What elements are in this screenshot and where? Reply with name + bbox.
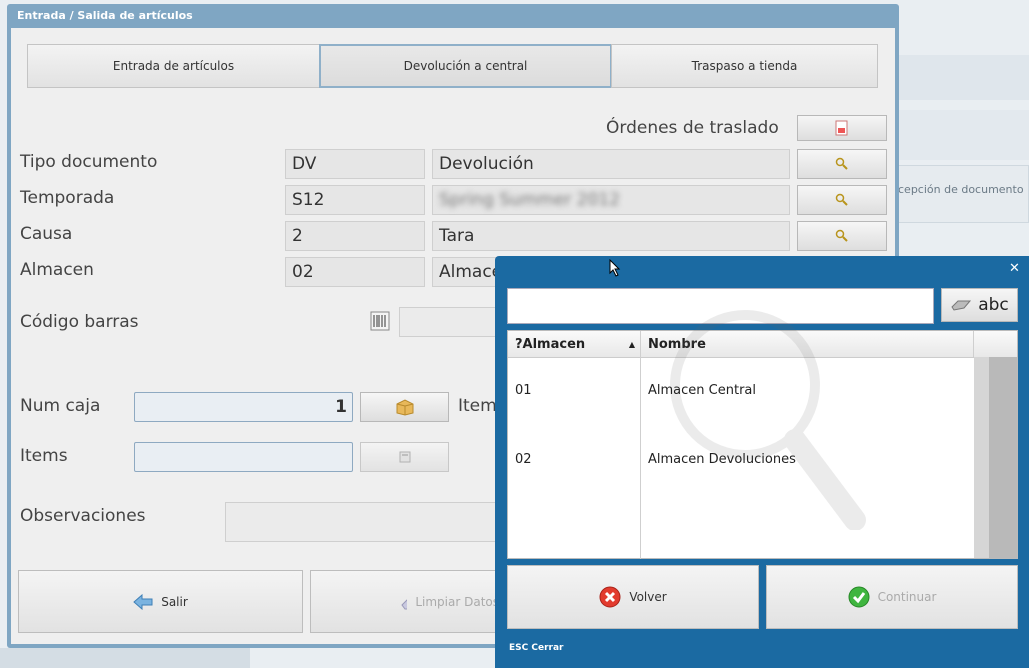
row-name: Almacen Devoluciones [648,452,796,467]
search-icon [835,229,848,242]
temporada-description: Spring Summer 2012 [432,185,790,215]
close-icon[interactable]: ✕ [1009,261,1020,276]
ordenes-label: Órdenes de traslado [606,118,779,138]
salir-label: Salir [161,594,188,609]
observaciones-label: Observaciones [20,506,146,526]
temporada-code[interactable]: S12 [285,185,425,215]
calculator-icon [399,451,410,463]
column-header-label: ?Almacen [515,336,586,352]
dialog-footer-hint: ESC Cerrar [509,643,564,653]
ordenes-button[interactable] [797,115,887,141]
tab-traspaso[interactable]: Traspaso a tienda [611,44,878,88]
tipo-documento-description: Devolución [432,149,790,179]
limpiar-label: Limpiar Datos [415,594,499,609]
num-caja-label: Num caja [20,396,101,416]
temporada-search-button[interactable] [797,185,887,215]
background-panel [898,55,1029,100]
search-icon [835,157,848,170]
eraser-keyboard-icon [951,300,972,311]
tipo-documento-label: Tipo documento [20,152,158,172]
items-button[interactable] [360,442,449,472]
background-item-label: cepción de documento [898,183,1024,196]
temporada-description-text: Spring Summer 2012 [439,190,621,210]
box-icon [396,399,413,416]
salir-button[interactable]: Salir [18,570,303,633]
num-caja-box-button[interactable] [360,392,449,422]
sort-asc-icon: ▲ [628,339,635,349]
tab-label: Entrada de artículos [112,59,235,73]
row-name: Almacen Central [648,383,756,398]
keyboard-toggle-button[interactable]: abc [941,288,1018,322]
tab-devolucion[interactable]: Devolución a central [319,44,612,88]
volver-button[interactable]: Volver [507,565,759,629]
grid-scrollbar-thumb[interactable] [989,357,1017,558]
background-strip [0,648,250,668]
search-icon [835,193,848,206]
temporada-label: Temporada [20,188,115,208]
causa-description: Tara [432,221,790,251]
continuar-button[interactable]: Continuar [766,565,1018,629]
almacen-code[interactable]: 02 [285,257,425,287]
row-code: 02 [515,452,532,467]
column-divider [973,331,974,357]
tab-label: Devolución a central [403,59,528,73]
keyboard-toggle-label: abc [978,295,1009,315]
causa-code[interactable]: 2 [285,221,425,251]
tab-label: Traspaso a tienda [691,59,798,73]
tipo-documento-search-button[interactable] [797,149,887,179]
tipo-documento-code[interactable]: DV [285,149,425,179]
arrow-left-icon [133,593,153,610]
background-panel [898,110,1029,160]
window-title: Entrada / Salida de artículos [17,9,193,22]
causa-search-button[interactable] [797,221,887,251]
items-input[interactable] [134,442,353,472]
causa-label: Causa [20,224,73,244]
almacen-label: Almacen [20,260,94,280]
volver-label: Volver [629,590,667,604]
codigo-barras-label: Código barras [20,312,139,332]
items-label: Items [20,446,68,466]
document-icon [835,120,848,136]
table-row[interactable]: 01 Almacen Central [508,370,974,414]
column-header-almacen[interactable]: ?Almacen ▲ [515,331,635,357]
codigo-barras-input[interactable] [399,307,499,337]
check-icon [848,586,870,608]
limpiar-datos-button[interactable]: Limpiar Datos [310,570,500,633]
row-code: 01 [515,383,532,398]
eraser-icon [401,598,408,609]
mouse-cursor-icon [609,258,621,281]
barcode-icon [370,311,390,331]
table-row[interactable]: 02 Almacen Devoluciones [508,439,974,483]
tab-entrada[interactable]: Entrada de artículos [27,44,320,88]
magnifier-watermark-icon [660,300,870,534]
continuar-label: Continuar [877,590,937,604]
observaciones-input[interactable] [225,502,500,542]
cancel-icon [599,586,621,608]
num-caja-input[interactable]: 1 [134,392,353,422]
